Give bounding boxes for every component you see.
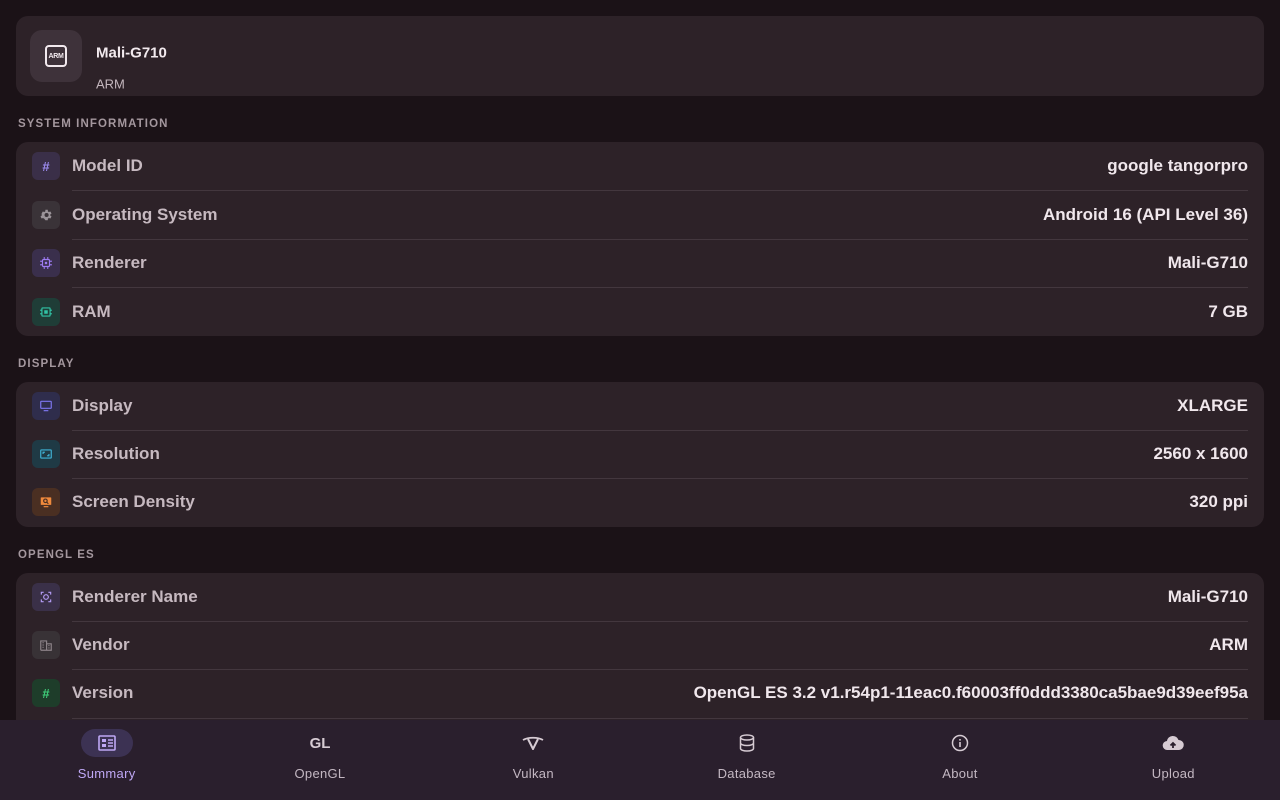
nav-label: About — [942, 766, 978, 781]
row-label: RAM — [72, 302, 111, 321]
summary-scroll-area[interactable]: ARM Mali-G710 ARM SYSTEM INFORMATION # M… — [0, 0, 1280, 720]
renderer-icon — [32, 583, 60, 611]
nav-summary[interactable]: Summary — [0, 720, 213, 800]
info-icon — [934, 729, 986, 757]
row-vendor: Vendor ARM — [16, 621, 1264, 669]
database-icon — [721, 729, 773, 757]
chip-icon — [32, 249, 60, 277]
nav-label: Summary — [77, 766, 136, 781]
row-model-id: # Model ID google tangorpro — [16, 142, 1264, 190]
row-value: Android 16 (API Level 36) — [1043, 205, 1248, 224]
bottom-navigation: Summary GL OpenGL Vulkan Database About … — [0, 720, 1280, 800]
nav-label: OpenGL — [294, 766, 346, 781]
building-icon — [32, 631, 60, 659]
gear-icon — [32, 201, 60, 229]
row-display: Display XLARGE — [16, 382, 1264, 430]
row-value: OpenGL ES 3.2 v1.r54p1-11eac0.f60003ff0d… — [693, 683, 1248, 702]
summary-icon — [80, 729, 133, 757]
section-label-display: DISPLAY — [18, 358, 75, 370]
row-label: Display — [72, 396, 133, 415]
row-label: Resolution — [72, 444, 160, 463]
nav-label: Vulkan — [512, 766, 554, 781]
nav-vulkan[interactable]: Vulkan — [427, 720, 640, 800]
divider — [72, 718, 1248, 719]
nav-label: Database — [717, 766, 776, 781]
row-value: Mali-G710 — [1167, 253, 1248, 272]
section-label-system: SYSTEM INFORMATION — [18, 118, 169, 130]
aspect-ratio-icon — [32, 440, 60, 468]
cloud-upload-icon — [1147, 729, 1199, 757]
row-renderer: Renderer Mali-G710 — [16, 239, 1264, 287]
opengl-card: Renderer Name Mali-G710 Vendor ARM # Ver… — [16, 573, 1264, 720]
row-value: Mali-G710 — [1167, 587, 1248, 606]
row-value: 320 ppi — [1189, 492, 1248, 511]
row-ram: RAM 7 GB — [16, 288, 1264, 336]
system-info-card: # Model ID google tangorpro Operating Sy… — [16, 142, 1264, 336]
gl-icon-text: GL — [309, 734, 331, 752]
display-card: Display XLARGE Resolution 2560 x 1600 Sc… — [16, 382, 1264, 527]
row-value: google tangorpro — [1107, 156, 1248, 175]
row-label: Renderer — [72, 253, 147, 272]
gpu-header-card: ARM Mali-G710 ARM — [16, 16, 1264, 96]
row-label: Screen Density — [72, 492, 195, 511]
row-value: ARM — [1209, 635, 1248, 654]
gpu-chip-icon: ARM — [30, 30, 82, 82]
hash-icon: # — [32, 152, 60, 180]
row-label: Version — [72, 683, 134, 702]
row-value: 2560 x 1600 — [1153, 444, 1248, 463]
row-value: 7 GB — [1208, 302, 1248, 321]
row-resolution: Resolution 2560 x 1600 — [16, 430, 1264, 478]
gpu-vendor: ARM — [96, 76, 125, 92]
nav-about[interactable]: About — [853, 720, 1066, 800]
row-screen-density: Screen Density 320 ppi — [16, 478, 1264, 526]
nav-opengl[interactable]: GL OpenGL — [213, 720, 426, 800]
row-label: Renderer Name — [72, 587, 198, 606]
row-version: # Version OpenGL ES 3.2 v1.r54p1-11eac0.… — [16, 669, 1264, 717]
hash-icon: # — [32, 679, 60, 707]
monitor-icon — [32, 392, 60, 420]
nav-upload[interactable]: Upload — [1067, 720, 1280, 800]
gl-icon: GL — [294, 729, 346, 757]
row-value: XLARGE — [1177, 396, 1248, 415]
section-label-opengl: OPENGL ES — [18, 549, 95, 561]
memory-icon — [32, 298, 60, 326]
row-label: Vendor — [72, 635, 130, 654]
row-label: Model ID — [72, 156, 143, 175]
density-icon — [32, 488, 60, 516]
vulkan-icon — [507, 729, 559, 757]
row-operating-system: Operating System Android 16 (API Level 3… — [16, 191, 1264, 239]
nav-database[interactable]: Database — [640, 720, 853, 800]
nav-label: Upload — [1151, 766, 1195, 781]
chip-icon-text: ARM — [45, 45, 67, 67]
gpu-title: Mali-G710 — [96, 44, 167, 62]
row-renderer-name: Renderer Name Mali-G710 — [16, 573, 1264, 621]
row-label: Operating System — [72, 205, 218, 224]
